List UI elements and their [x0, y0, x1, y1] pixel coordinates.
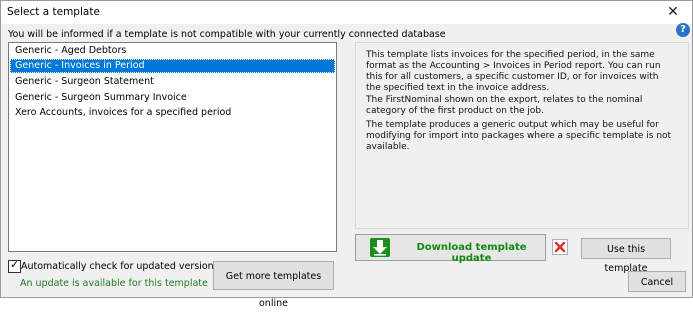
window-title: Select a template — [7, 6, 100, 18]
template-description-panel: This template lists invoices for the spe… — [355, 42, 689, 229]
download-arrow-icon — [370, 238, 390, 257]
help-icon[interactable]: ? — [676, 23, 690, 37]
use-template-button[interactable]: Use this template — [581, 238, 671, 274]
checkmark-icon: ✓ — [10, 258, 20, 271]
description-paragraph: The template produces a generic output w… — [366, 120, 672, 152]
close-icon[interactable]: ✕ — [660, 3, 686, 21]
list-item-selected[interactable]: Generic - Invoices in Period — [10, 59, 335, 73]
list-item[interactable]: Generic - Aged Debtors — [10, 44, 335, 58]
auto-check-checkbox[interactable]: ✓ — [8, 258, 21, 273]
list-item[interactable]: Generic - Surgeon Summary Invoice — [10, 91, 335, 105]
list-item[interactable]: Xero Accounts, invoices for a specified … — [10, 106, 335, 120]
delete-x-icon[interactable] — [552, 239, 568, 255]
description-paragraph: The FirstNominal shown on the export, re… — [366, 95, 643, 116]
description-paragraph: This template lists invoices for the spe… — [366, 50, 661, 93]
template-list[interactable]: Generic - Aged Debtors Generic - Invoice… — [8, 42, 337, 252]
title-bar: Select a template ✕ — [1, 1, 692, 24]
compatibility-info-text: You will be informed if a template is no… — [8, 29, 446, 40]
download-template-update-button[interactable]: Download template update — [355, 234, 546, 264]
cancel-button[interactable]: Cancel — [628, 271, 686, 292]
update-available-message: An update is available for this template — [20, 278, 208, 289]
list-item[interactable]: Generic - Surgeon Statement — [10, 75, 335, 89]
get-more-templates-button[interactable]: Get more templates online — [213, 261, 334, 309]
download-label: Download template update — [416, 242, 527, 264]
select-template-dialog: Select a template ✕ You will be informed… — [0, 0, 693, 309]
